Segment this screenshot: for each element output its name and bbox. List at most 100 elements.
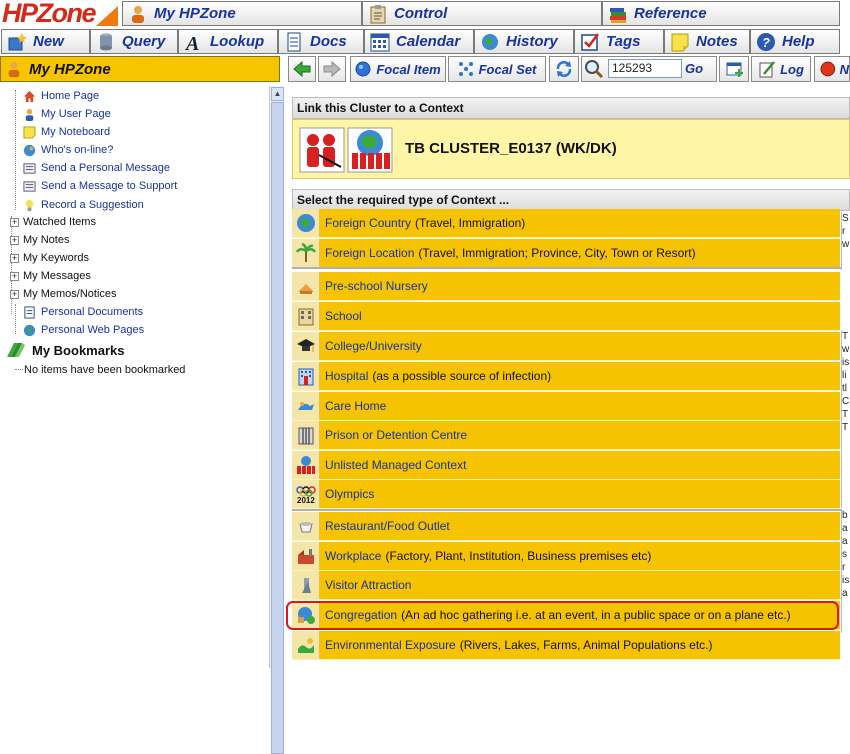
back-button[interactable] [288,56,316,82]
menu-tags[interactable]: Tags [574,29,664,54]
menu-notes[interactable]: Notes [664,29,750,54]
magnifier-icon[interactable] [584,59,604,79]
context-row-prison-or-detention-centre[interactable]: Prison or Detention Centre [292,421,840,450]
context-row-unlisted-managed-context[interactable]: Unlisted Managed Context [292,451,840,480]
sticky-note-icon [671,33,689,51]
context-link[interactable]: Pre-school Nursery [325,279,428,293]
graduation-cap-icon-box [292,332,320,360]
refresh-button[interactable] [549,56,579,82]
context-row-college-university[interactable]: College/University [292,332,840,361]
context-row-foreign-country[interactable]: Foreign Country (Travel, Immigration) [292,209,840,238]
globe-icon [482,33,498,50]
context-link[interactable]: Prison or Detention Centre [325,428,467,442]
context-link[interactable]: Environmental Exposure [325,638,456,652]
tree-item-personal-documents[interactable]: Personal Documents [23,304,143,320]
hospital-icon [298,368,313,386]
arrow-right-icon [323,61,341,77]
context-row-care-home[interactable]: Care Home [292,392,840,421]
tree-item-my-noteboard[interactable]: My Noteboard [23,124,110,140]
select-context-header: Select the required type of Context ... [292,189,850,211]
context-row-pre-school-nursery[interactable]: Pre-school Nursery [292,272,840,301]
expand-icon[interactable]: + [10,272,19,281]
menu-history[interactable]: History [474,29,574,54]
tree-item-record-suggestion[interactable]: Record a Suggestion [23,197,144,213]
menu-control[interactable]: Control [362,1,602,26]
log-button[interactable]: Log [751,56,811,82]
tree-folder-my-notes[interactable]: My Notes [23,232,69,248]
context-row-environmental-exposure[interactable]: Environmental Exposure (Rivers, Lakes, Fa… [292,631,840,660]
context-link[interactable]: Olympics [325,487,374,501]
context-link[interactable]: Foreign Location [325,246,414,260]
context-link[interactable]: Restaurant/Food Outlet [325,519,450,533]
sidebar-scrollbar[interactable]: ▲ [269,86,284,754]
menu-label: Control [394,5,448,22]
context-row-restaurant-food-outlet[interactable]: Restaurant/Food Outlet [292,512,840,541]
toy-icon-box [292,272,320,300]
context-link[interactable]: Workplace [325,549,381,563]
svg-text:2012: 2012 [297,496,315,504]
my-bookmarks-heading[interactable]: My Bookmarks [6,340,124,360]
focal-set-button[interactable]: Focal Set [448,56,546,82]
cluster-title-band: TB CLUSTER_E0137 (WK/DK) [292,119,850,179]
expand-icon[interactable]: + [10,236,19,245]
sidebar-title-bar[interactable]: My HPZone [0,56,280,82]
globe-icon [23,324,36,336]
new-window-button[interactable] [719,56,749,82]
expand-icon[interactable]: + [10,254,19,263]
tree-folder-my-messages[interactable]: My Messages [23,268,91,284]
menu-my-hpzone[interactable]: My HPZone [122,1,362,26]
graduation-cap-icon [296,339,315,352]
context-row-hospital[interactable]: Hospital (as a possible source of infecti… [292,362,840,391]
menu-docs[interactable]: Docs [278,29,364,54]
tree-item-send-personal-message[interactable]: Send a Personal Message [23,160,170,176]
context-row-workplace[interactable]: Workplace (Factory, Plant, Institution, B… [292,542,840,571]
focal-item-button[interactable]: Focal Item [350,56,446,82]
scroll-up-arrow-icon[interactable]: ▲ [271,87,284,101]
tree-item-whos-online[interactable]: Who's on-line? [23,142,113,158]
context-link[interactable]: Unlisted Managed Context [325,458,466,472]
context-row-school[interactable]: School [292,302,840,331]
menu-query[interactable]: Query [90,29,178,54]
tree-item-my-user-page[interactable]: My User Page [23,106,111,122]
menu-calendar[interactable]: Calendar [364,29,474,54]
palm-tree-icon-box [292,239,320,267]
olympics-icon: 2012 [295,486,316,504]
refresh-icon [556,61,572,77]
context-row-foreign-location[interactable]: Foreign Location (Travel, Immigration; Pr… [292,239,840,268]
context-link[interactable]: School [325,309,362,323]
scroll-thumb[interactable] [271,102,284,754]
context-link[interactable]: College/University [325,339,422,353]
expand-icon[interactable]: + [10,218,19,227]
context-link[interactable]: Care Home [325,399,386,413]
tree-folder-my-keywords[interactable]: My Keywords [23,250,89,266]
menu-new[interactable]: New [1,29,90,54]
tree-item-home-page[interactable]: Home Page [23,88,99,104]
search-input[interactable]: 125293 [608,59,682,78]
forward-button[interactable] [318,56,346,82]
attraction-icon-box [292,571,320,599]
attraction-icon [301,578,311,593]
side-text-fragment: S [842,213,849,224]
side-text-fragment: r [842,562,846,573]
stop-button[interactable]: N [814,56,850,82]
menu-label: Help [782,33,815,50]
prison-icon-box [292,421,320,449]
tree-item-send-message-support[interactable]: Send a Message to Support [23,178,177,194]
tree-item-personal-web-pages[interactable]: Personal Web Pages [23,322,144,338]
context-link[interactable]: Visitor Attraction [325,578,411,592]
context-link[interactable]: Foreign Country [325,216,411,230]
context-link[interactable]: Hospital [325,369,368,383]
focal-set-label: Focal Set [478,61,537,77]
go-button[interactable]: Go [685,61,703,76]
context-row-visitor-attraction[interactable]: Visitor Attraction [292,571,840,600]
tree-folder-my-memos[interactable]: My Memos/Notices [23,286,117,302]
tree-folder-watched-items[interactable]: Watched Items [23,214,96,230]
menu-lookup[interactable]: A Lookup [178,29,278,54]
menu-reference[interactable]: Reference [602,1,840,26]
log-label: Log [780,61,804,77]
factory-icon-box [292,542,320,570]
context-row-olympics[interactable]: 2012 Olympics [292,480,840,509]
expand-icon[interactable]: + [10,290,19,299]
menu-help[interactable]: ? Help [750,29,840,54]
globe-user-icon [23,144,36,156]
